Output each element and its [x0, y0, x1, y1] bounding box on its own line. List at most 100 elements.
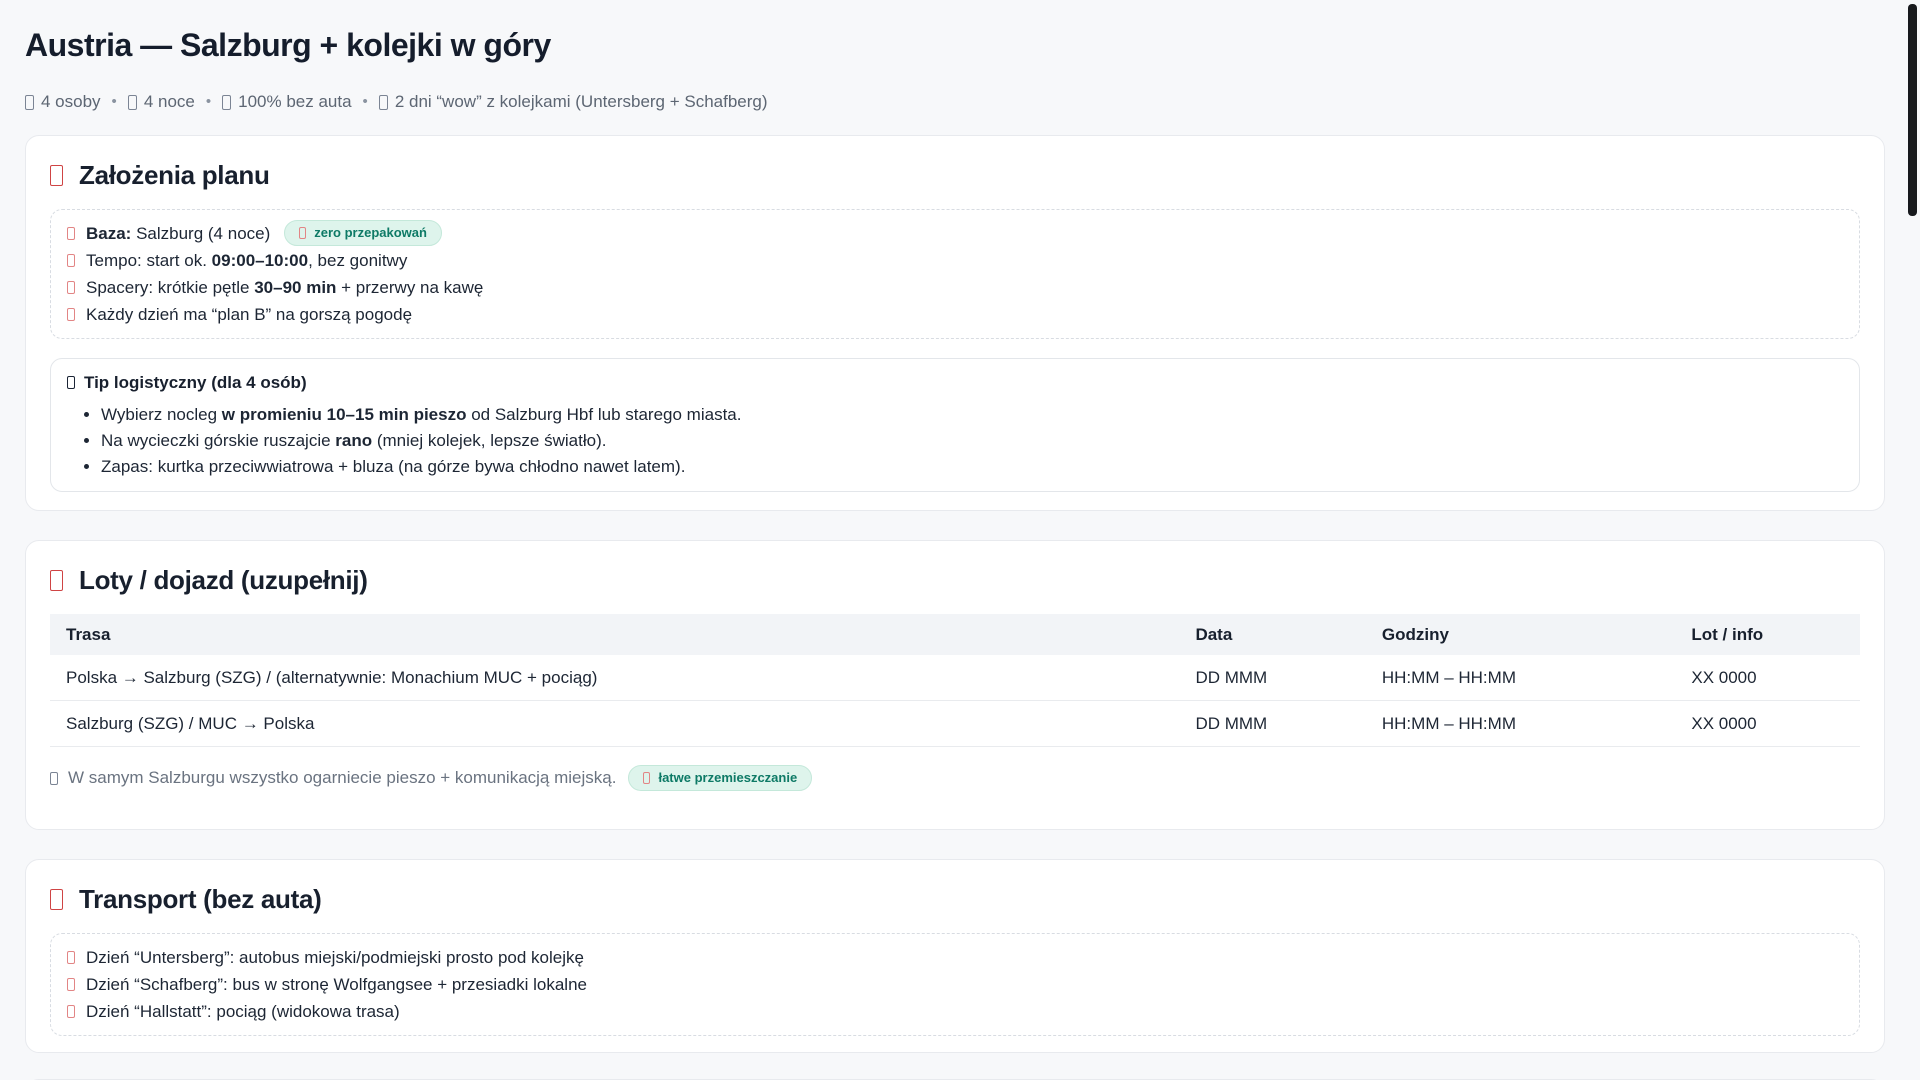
meta-nights-label: 4 noce — [143, 92, 195, 111]
pin-icon — [50, 164, 63, 186]
item-text: Spacery: krótkie pętle — [86, 278, 255, 297]
bullet-emoji-icon — [67, 978, 75, 991]
item-text: , bez gonitwy — [308, 251, 408, 270]
bus-icon — [50, 888, 63, 910]
status-badge: łatwe przemieszczanie — [628, 765, 813, 791]
people-icon — [25, 94, 34, 110]
cell-hours: HH:MM – HH:MM — [1365, 655, 1676, 701]
item-text: Zapas: kurtka przeciwwiatrowa + bluza (n… — [101, 457, 686, 476]
section-title: Loty / dojazd (uzupełnij) — [79, 565, 368, 595]
meta-people-label: 4 osoby — [41, 92, 101, 111]
scrollbar-thumb[interactable] — [1908, 4, 1917, 216]
item-text: + przerwy na kawę — [336, 278, 484, 297]
page-title: Austria — Salzburg + kolejki w góry — [25, 27, 551, 63]
item-bold: Baza: — [86, 224, 132, 243]
list-item: Każdy dzień ma “plan B” na gorszą pogodę — [67, 301, 1843, 328]
col-header-trasa: Trasa — [50, 614, 1180, 655]
info-icon — [50, 771, 58, 785]
badge-label: zero przepakowań — [314, 225, 427, 240]
scrollbar-track[interactable] — [1904, 0, 1920, 1080]
cell-hours: HH:MM – HH:MM — [1365, 700, 1676, 747]
bullet-emoji-icon — [67, 227, 75, 240]
list-item-text: Baza: Salzburg (4 noce) zero przepakowań — [86, 220, 442, 247]
item-text: Tempo: start ok. — [86, 251, 212, 270]
page-content: Austria — Salzburg + kolejki w góry 4 os… — [0, 0, 1920, 1080]
bulb-icon — [67, 376, 75, 389]
assumptions-title-row: Założenia planu — [50, 158, 1860, 192]
card-transport: Transport (bez auta) Dzień “Untersberg”:… — [25, 859, 1885, 1053]
list-item-text: Spacery: krótkie pętle 30–90 min + przer… — [86, 274, 483, 301]
card-flights: Loty / dojazd (uzupełnij) Trasa Data God… — [25, 540, 1885, 830]
item-text: Salzburg (4 noce) — [131, 224, 271, 243]
list-item: Dzień “Untersberg”: autobus miejski/podm… — [67, 944, 1843, 971]
item-bold: rano — [335, 431, 373, 450]
cell-flight: XX 0000 — [1675, 655, 1860, 701]
item-text: od Salzburg Hbf lub starego miasta. — [466, 405, 742, 424]
table-header: Trasa Data Godziny Lot / info — [50, 614, 1860, 655]
cable-car-icon — [378, 94, 388, 110]
col-header-data: Data — [1179, 614, 1366, 655]
badge-emoji-icon — [299, 227, 307, 239]
list-item-text: Dzień “Hallstatt”: pociąg (widokowa tras… — [86, 1002, 400, 1021]
meta-nights: 4 noce — [127, 90, 195, 114]
item-bold: 09:00–10:00 — [211, 251, 309, 270]
list-item-text: Dzień “Untersberg”: autobus miejski/podm… — [86, 948, 584, 967]
meta-separator: • — [111, 93, 117, 110]
list-item: Spacery: krótkie pętle 30–90 min + przer… — [67, 274, 1843, 301]
meta-cablecar-label: 2 dni “wow” z kolejkami (Untersberg + Sc… — [394, 92, 768, 111]
bullet-emoji-icon — [67, 254, 75, 267]
item-bold: w promieniu 10–15 min pieszo — [221, 405, 467, 424]
meta-separator: • — [205, 93, 212, 110]
meta-people: 4 osoby — [25, 90, 101, 114]
tip-item: Na wycieczki górskie ruszajcie rano (mni… — [101, 428, 1843, 454]
section-title: Założenia planu — [79, 160, 270, 190]
bullet-emoji-icon — [67, 951, 75, 964]
item-text: (mniej kolejek, lepsze światło). — [372, 431, 607, 450]
flights-title-row: Loty / dojazd (uzupełnij) — [50, 563, 1860, 597]
status-badge: zero przepakowań — [284, 220, 442, 246]
night-icon — [127, 94, 137, 110]
list-item: Tempo: start ok. 09:00–10:00, bez gonitw… — [67, 247, 1843, 274]
note-text: W samym Salzburgu wszystko ogarniecie pi… — [68, 768, 617, 787]
item-text: Wybierz nocleg — [101, 405, 222, 424]
list-item-text: Dzień “Schafberg”: bus w stronę Wolfgang… — [86, 975, 587, 994]
item-text: Każdy dzień ma “plan B” na gorszą pogodę — [86, 305, 413, 324]
list-item: Dzień “Hallstatt”: pociąg (widokowa tras… — [67, 998, 1843, 1025]
list-item: Dzień “Schafberg”: bus w stronę Wolfgang… — [67, 971, 1843, 998]
transport-list-box: Dzień “Untersberg”: autobus miejski/podm… — [50, 933, 1860, 1036]
airplane-icon — [50, 569, 63, 591]
cell-route: Polska → Salzburg (SZG) / (alternatywnie… — [50, 655, 1180, 701]
no-car-icon — [222, 94, 232, 110]
flights-table: Trasa Data Godziny Lot / info Polska → S… — [50, 614, 1860, 747]
meta-separator: • — [362, 93, 368, 110]
item-bold: 30–90 min — [254, 278, 337, 297]
item-text: Na wycieczki górskie ruszajcie — [101, 431, 336, 450]
list-item-text: Każdy dzień ma “plan B” na gorszą pogodę — [86, 301, 412, 328]
meta-cablecar-days: 2 dni “wow” z kolejkami (Untersberg + Sc… — [378, 90, 768, 114]
tip-list: Wybierz nocleg w promieniu 10–15 min pie… — [67, 402, 1843, 480]
list-item-text: Tempo: start ok. 09:00–10:00, bez gonitw… — [86, 247, 407, 274]
transport-title-row: Transport (bez auta) — [50, 882, 1860, 916]
cell-date: DD MMM — [1179, 655, 1366, 701]
flights-note: W samym Salzburgu wszystko ogarniecie pi… — [50, 765, 1860, 791]
table-row: Polska → Salzburg (SZG) / (alternatywnie… — [50, 655, 1860, 701]
tip-title: Tip logistyczny (dla 4 osób) — [84, 373, 307, 392]
bullet-emoji-icon — [67, 281, 75, 294]
logistics-tip-box: Tip logistyczny (dla 4 osób) Wybierz noc… — [50, 358, 1860, 492]
bullet-emoji-icon — [67, 308, 75, 321]
badge-label: łatwe przemieszczanie — [658, 770, 798, 785]
col-header-godziny: Godziny — [1365, 614, 1676, 655]
list-item: Baza: Salzburg (4 noce) zero przepakowań — [67, 220, 1843, 247]
col-header-lot-info: Lot / info — [1675, 614, 1860, 655]
meta-no-car: 100% bez auta — [222, 90, 352, 114]
tip-item: Zapas: kurtka przeciwwiatrowa + bluza (n… — [101, 454, 1843, 480]
meta-no-car-label: 100% bez auta — [238, 92, 352, 111]
tip-item: Wybierz nocleg w promieniu 10–15 min pie… — [101, 402, 1843, 428]
cell-date: DD MMM — [1179, 700, 1366, 747]
trip-meta: 4 osoby • 4 noce • 100% bez auta • 2 dni… — [25, 90, 1885, 114]
section-title: Transport (bez auta) — [79, 884, 322, 914]
tip-title-row: Tip logistyczny (dla 4 osób) — [67, 371, 1843, 394]
table-row: Salzburg (SZG) / MUC → Polska DD MMM HH:… — [50, 700, 1860, 747]
bullet-emoji-icon — [67, 1005, 75, 1018]
cell-flight: XX 0000 — [1675, 700, 1860, 747]
